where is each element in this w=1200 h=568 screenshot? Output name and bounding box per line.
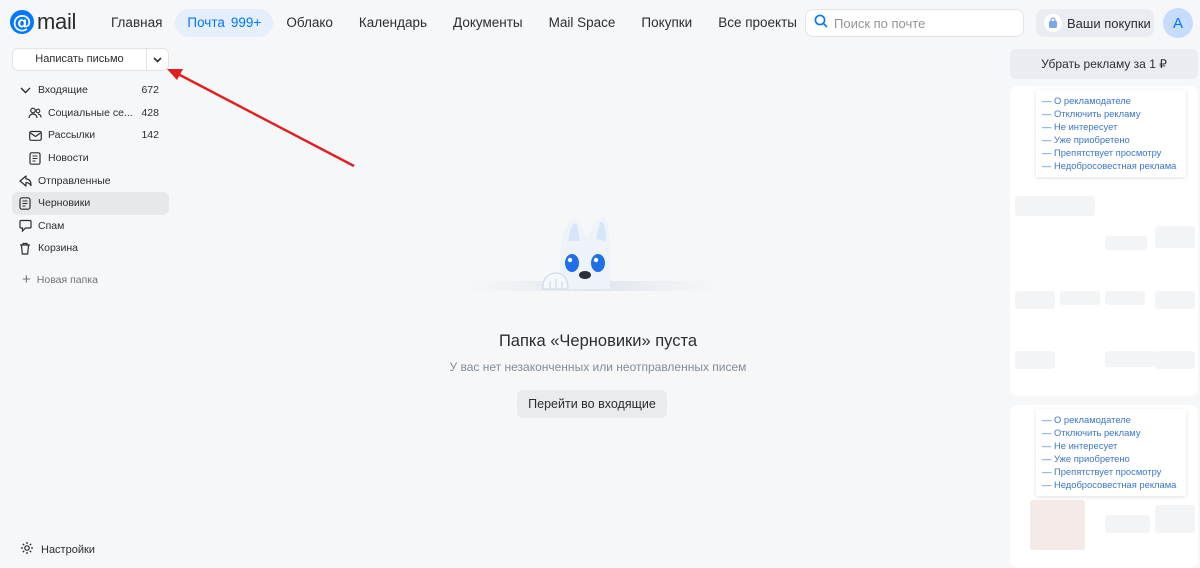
ad-banner-2[interactable]: — О рекламодателе — Отключить рекламу — … (1010, 405, 1198, 568)
ad-image-placeholder (1155, 351, 1195, 369)
folder-spam[interactable]: Спам (12, 215, 169, 238)
compose-button[interactable]: Написать письмо (13, 49, 146, 70)
folder-social[interactable]: Социальные се... 428 (12, 102, 169, 125)
new-folder-label: Новая папка (36, 273, 98, 286)
gear-icon (20, 541, 34, 558)
ad-image-placeholder (1030, 500, 1085, 550)
search-icon (814, 14, 828, 33)
ad-image-placeholder (1060, 291, 1100, 305)
folder-list: Входящие 672 Социальные се... 428 Рассыл… (12, 79, 169, 260)
folder-label: Корзина (38, 242, 78, 255)
settings-button[interactable]: Настройки (20, 541, 95, 558)
trash-icon (18, 241, 32, 255)
unread-count: 672 (141, 84, 159, 97)
folder-inbox[interactable]: Входящие 672 (12, 79, 169, 102)
send-icon (18, 174, 32, 188)
ad-image-placeholder (1105, 515, 1150, 533)
nav-cloud[interactable]: Облако (273, 9, 346, 37)
empty-state-subtitle: У вас нет незаконченных или неотправленн… (449, 360, 747, 374)
ad-menu-about-advertiser[interactable]: — О рекламодателе (1042, 413, 1186, 426)
ad-banner-1[interactable]: — О рекламодателе — Отключить рекламу — … (1010, 86, 1198, 396)
nav-all-projects-label: Все проекты (718, 15, 797, 30)
ad-menu-blocks-view[interactable]: — Препятствует просмотру (1042, 146, 1186, 159)
ad-image-placeholder (1015, 291, 1055, 309)
sidebar: Написать письмо Входящие 672 Социальные … (0, 46, 178, 568)
mascot-illustration (458, 216, 728, 291)
nav-calendar[interactable]: Календарь (346, 9, 440, 37)
shopping-bag-icon (1044, 14, 1062, 32)
folder-label: Спам (38, 219, 65, 232)
chevron-down-icon[interactable] (18, 83, 32, 97)
avatar[interactable]: А (1163, 8, 1193, 38)
newspaper-icon (28, 151, 42, 165)
logo-text: mail (37, 9, 77, 34)
nav-mail[interactable]: Почта 999+ (175, 9, 274, 37)
purchases-button[interactable]: Ваши покупки (1036, 9, 1154, 37)
ad-image-placeholder (1105, 236, 1147, 250)
people-icon (28, 106, 42, 120)
new-folder-button[interactable]: + Новая папка (22, 272, 98, 287)
folder-news[interactable]: Новости (12, 147, 169, 170)
ad-menu-not-interested[interactable]: — Не интересует (1042, 439, 1186, 452)
folder-label: Отправленные (38, 174, 111, 187)
ad-image-placeholder (1015, 351, 1055, 369)
search-box[interactable] (805, 9, 1024, 37)
plus-icon: + (22, 271, 31, 288)
chevron-down-icon (153, 54, 162, 66)
ad-menu-unfair-ad[interactable]: — Недобросовестная реклама (1042, 159, 1186, 172)
ad-image-placeholder (1155, 291, 1195, 309)
top-bar: @ mail Главная Почта 999+ Облако Календар… (0, 0, 1200, 46)
unread-count: 142 (141, 129, 159, 142)
at-logo-icon: @ (10, 10, 34, 34)
folder-label: Входящие (38, 84, 88, 97)
unread-badge: 999+ (230, 15, 262, 30)
compose-options-button[interactable] (146, 49, 168, 70)
ad-image-placeholder (1015, 196, 1095, 216)
nav-shopping[interactable]: Покупки (628, 9, 705, 37)
ad-menu-disable-ads[interactable]: — Отключить рекламу (1042, 426, 1186, 439)
ad-menu-already-bought[interactable]: — Уже приобретено (1042, 133, 1186, 146)
compose-group: Написать письмо (12, 48, 169, 71)
search-input[interactable] (834, 15, 1014, 31)
folder-newsletters[interactable]: Рассылки 142 (12, 124, 169, 147)
folder-label: Социальные се... (48, 106, 133, 119)
ad-image-placeholder (1155, 226, 1195, 248)
purchases-label: Ваши покупки (1067, 15, 1151, 31)
go-to-inbox-button[interactable]: Перейти во входящие (517, 390, 667, 418)
nav-home[interactable]: Главная (98, 9, 175, 37)
folder-label: Рассылки (48, 129, 96, 142)
folder-label: Новости (48, 152, 89, 165)
folder-trash[interactable]: Корзина (12, 237, 169, 260)
spam-icon (18, 219, 32, 233)
ad-menu-blocks-view[interactable]: — Препятствует просмотру (1042, 465, 1186, 478)
ad-feedback-menu: — О рекламодателе — Отключить рекламу — … (1036, 409, 1186, 496)
ad-column: Убрать рекламу за 1 ₽ — О рекламодателе … (1010, 46, 1198, 568)
remove-ads-button[interactable]: Убрать рекламу за 1 ₽ (1010, 49, 1198, 79)
empty-state-title: Папка «Черновики» пуста (498, 332, 698, 350)
unread-count: 428 (141, 106, 159, 119)
ad-image-placeholder (1105, 291, 1145, 305)
ad-menu-disable-ads[interactable]: — Отключить рекламу (1042, 107, 1186, 120)
ad-menu-already-bought[interactable]: — Уже приобретено (1042, 452, 1186, 465)
ad-image-placeholder (1105, 351, 1155, 367)
ad-menu-unfair-ad[interactable]: — Недобросовестная реклама (1042, 478, 1186, 491)
ad-menu-not-interested[interactable]: — Не интересует (1042, 120, 1186, 133)
ad-image-placeholder (1155, 505, 1195, 533)
main-nav: Главная Почта 999+ Облако Календарь Докум… (98, 9, 829, 37)
message-area: Папка «Черновики» пуста У вас нет незако… (178, 46, 1008, 568)
envelope-icon (28, 128, 42, 142)
ad-menu-about-advertiser[interactable]: — О рекламодателе (1042, 94, 1186, 107)
draft-icon (18, 196, 32, 210)
ad-feedback-menu: — О рекламодателе — Отключить рекламу — … (1036, 90, 1186, 177)
mail-logo[interactable]: @ mail (10, 9, 76, 35)
folder-sent[interactable]: Отправленные (12, 169, 169, 192)
folder-drafts[interactable]: Черновики (12, 191, 169, 215)
nav-mail-label: Почта (187, 15, 225, 30)
nav-documents[interactable]: Документы (440, 9, 536, 37)
folder-label: Черновики (38, 197, 91, 210)
nav-mail-space[interactable]: Mail Space (536, 9, 629, 37)
settings-label: Настройки (41, 543, 95, 556)
